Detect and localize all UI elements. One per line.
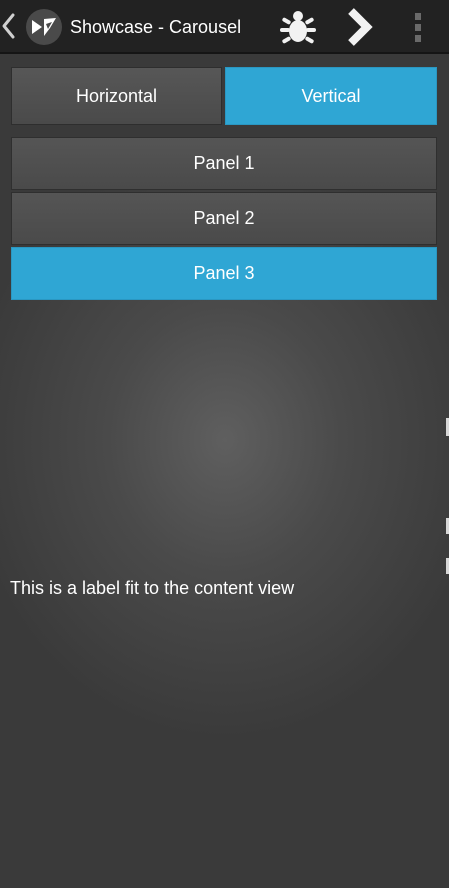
back-chevron-icon[interactable] xyxy=(0,12,20,40)
vertical-toggle-button[interactable]: Vertical xyxy=(225,67,437,125)
action-bar: Showcase - Carousel xyxy=(0,0,449,54)
panel-2-button[interactable]: Panel 2 xyxy=(11,192,437,245)
content-label: This is a label fit to the content view xyxy=(10,578,295,598)
panel-3-button[interactable]: Panel 3 xyxy=(11,247,437,300)
next-chevron-icon[interactable] xyxy=(336,6,380,48)
app-title: Showcase - Carousel xyxy=(70,17,242,37)
kivy-logo-icon[interactable] xyxy=(26,9,62,45)
bug-icon[interactable] xyxy=(276,6,320,48)
panel-1-button[interactable]: Panel 1 xyxy=(11,137,437,190)
overflow-menu-icon[interactable] xyxy=(400,6,436,48)
horizontal-toggle-button[interactable]: Horizontal xyxy=(11,67,222,125)
